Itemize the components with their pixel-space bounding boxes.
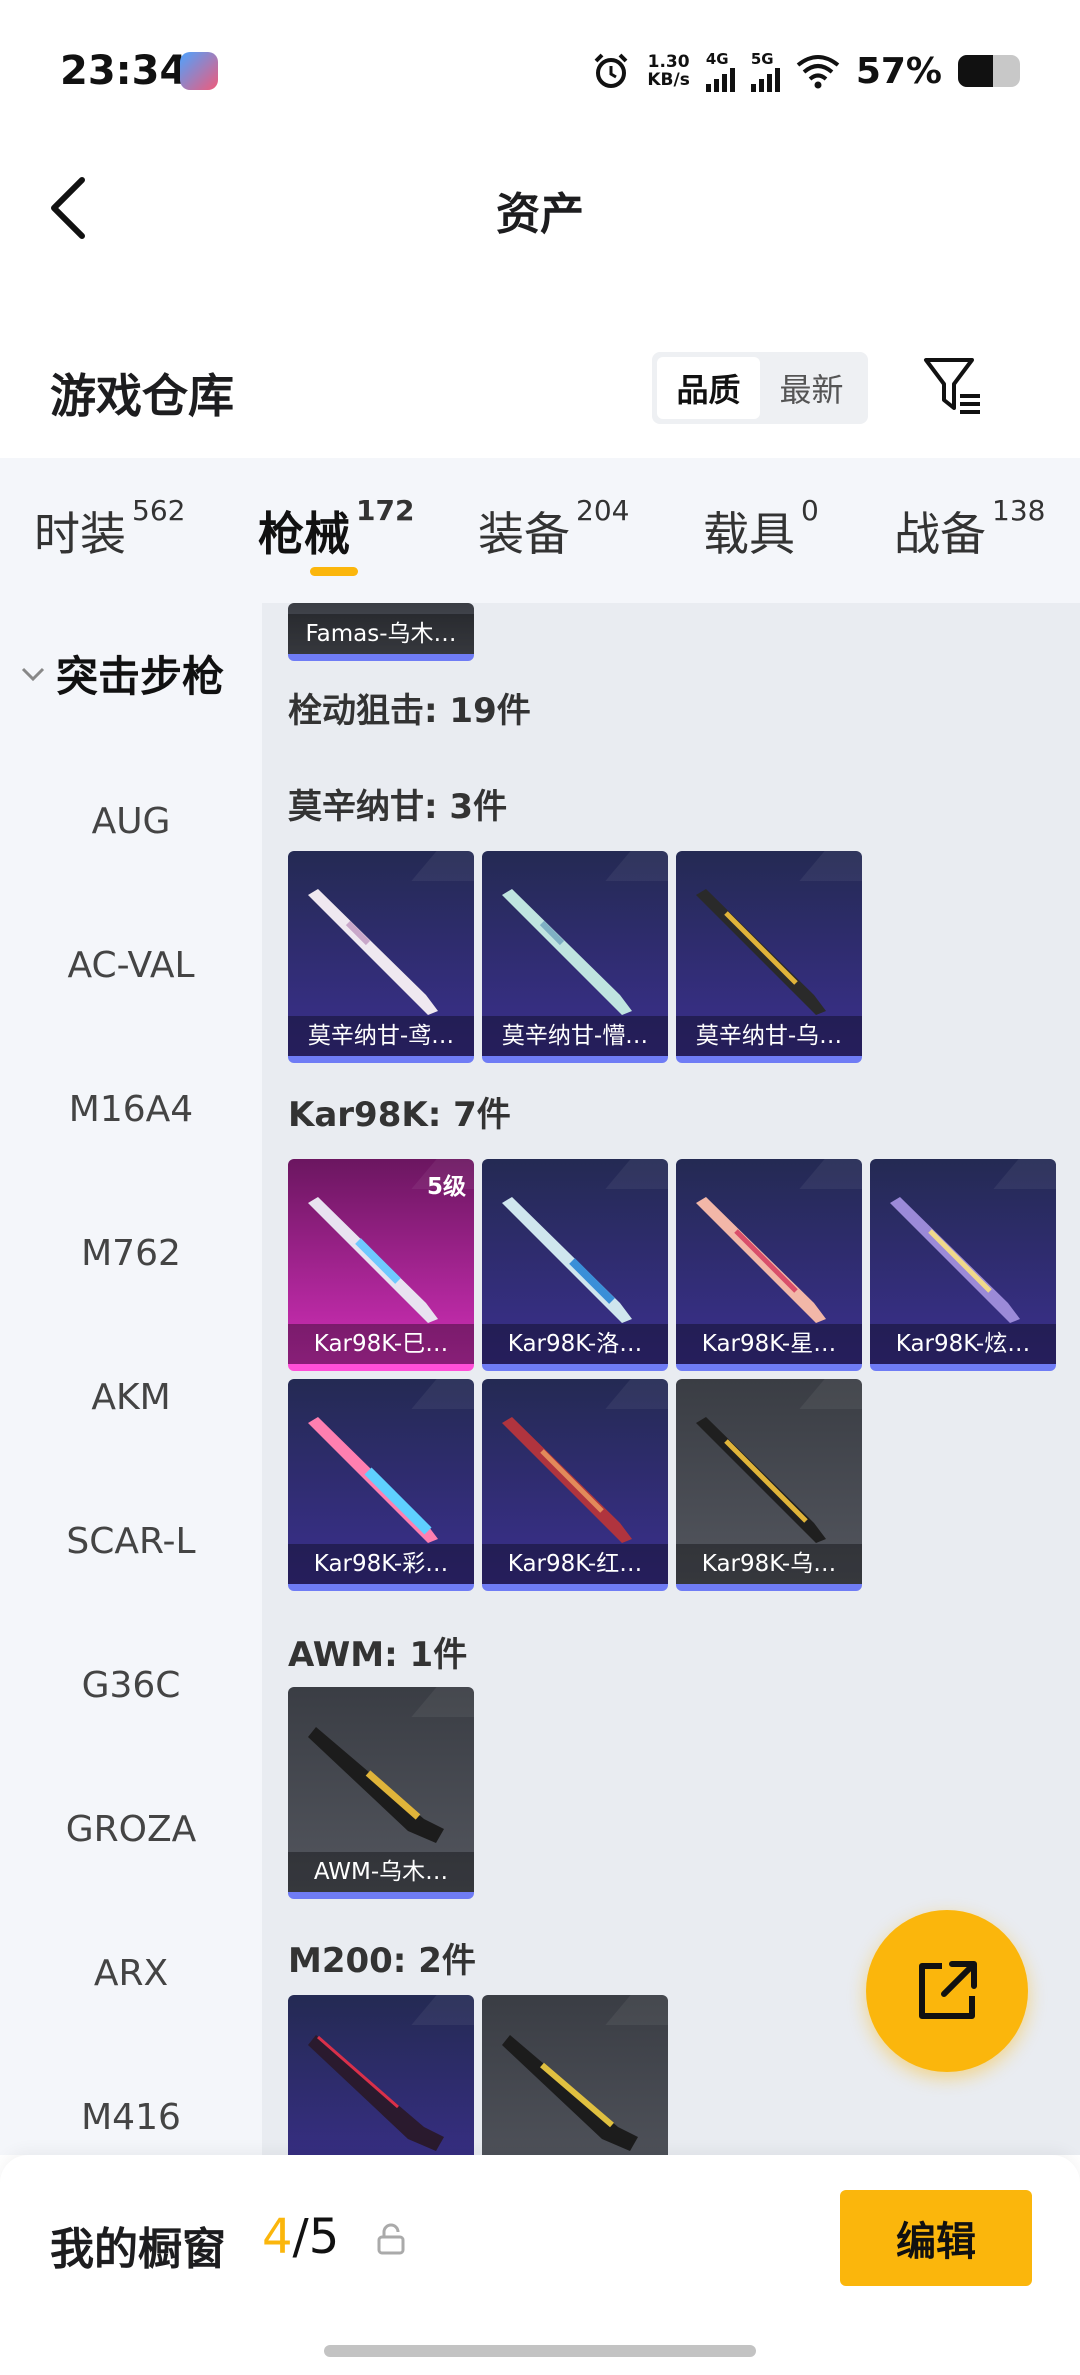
item-card[interactable]: Kar98K-洛… <box>482 1159 668 1371</box>
sidebar-item[interactable]: GROZA <box>0 1809 262 1850</box>
chevron-down-icon <box>21 667 45 681</box>
wifi-icon <box>796 55 840 89</box>
weapon-type-sidebar: 突击步枪 AUG AC-VAL M16A4 M762 AKM SCAR-L G3… <box>0 603 262 2155</box>
group-label: AWM: 1件 <box>288 1635 468 1675</box>
rifle-icon <box>696 1197 826 1323</box>
rifle-icon <box>308 1727 444 1843</box>
rifle-icon <box>890 1197 1020 1323</box>
item-card[interactable]: AWM-乌木… <box>288 1687 474 1899</box>
rifle-icon <box>696 1417 826 1543</box>
item-card[interactable]: Kar98K-乌… <box>676 1379 862 1591</box>
sidebar-item[interactable]: G36C <box>0 1665 262 1706</box>
item-card[interactable]: 5级 Kar98K-巳… <box>288 1159 474 1371</box>
rifle-icon <box>502 889 632 1015</box>
sidebar-item[interactable]: ARX <box>0 1953 262 1994</box>
item-card[interactable]: Kar98K-红… <box>482 1379 668 1591</box>
tab-weapons[interactable]: 枪械 172 <box>258 494 414 564</box>
tab-indicator <box>310 567 358 576</box>
edit-button[interactable]: 编辑 <box>840 2190 1032 2286</box>
app-icon <box>180 52 218 90</box>
sidebar-item[interactable]: SCAR-L <box>0 1521 262 1562</box>
tab-supplies[interactable]: 战备 138 <box>894 494 1045 564</box>
item-card[interactable] <box>288 1995 474 2155</box>
header: 资产 <box>0 140 1080 270</box>
filter-icon[interactable] <box>920 352 984 420</box>
rifle-icon <box>308 1197 438 1323</box>
group-label: Kar98K: 7件 <box>288 1095 511 1135</box>
lock-icon <box>377 2223 405 2255</box>
net-speed: 1.30 KB/s <box>647 52 690 90</box>
sort-quality-button[interactable]: 品质 <box>657 357 760 419</box>
sidebar-item[interactable]: AC-VAL <box>0 945 262 986</box>
group-label: 栓动狙击: 19件 <box>288 691 531 731</box>
item-card[interactable]: Kar98K-炫… <box>870 1159 1056 1371</box>
category-tabs: 时装 562 枪械 172 装备 204 载具 0 战备 138 <box>0 458 1080 603</box>
rifle-icon <box>308 1417 438 1543</box>
rifle-icon <box>502 2035 638 2151</box>
rifle-icon <box>308 2035 444 2151</box>
page-title: 资产 <box>496 189 584 240</box>
showcase-bar: 我的橱窗 4/5 编辑 <box>0 2155 1080 2375</box>
tab-fashion[interactable]: 时装 562 <box>34 494 185 564</box>
share-button[interactable] <box>866 1910 1028 2072</box>
item-card[interactable] <box>482 1995 668 2155</box>
item-card[interactable]: 莫辛纳甘-懵… <box>482 851 668 1063</box>
alarm-icon <box>594 53 628 88</box>
sidebar-item[interactable]: M416 <box>0 2097 262 2138</box>
group-label: M200: 2件 <box>288 1941 476 1981</box>
sidebar-item[interactable]: AUG <box>0 801 262 842</box>
item-card[interactable]: 莫辛纳甘-乌… <box>676 851 862 1063</box>
share-icon <box>919 1961 977 2019</box>
item-card[interactable]: Kar98K-彩… <box>288 1379 474 1591</box>
item-card[interactable]: Famas-乌木… <box>288 603 474 661</box>
tab-vehicles[interactable]: 载具 0 <box>703 494 819 564</box>
sidebar-item[interactable]: M762 <box>0 1233 262 1274</box>
warehouse-header: 游戏仓库 品质 最新 <box>0 330 1080 450</box>
battery-percent: 57% <box>855 50 942 92</box>
warehouse-title: 游戏仓库 <box>50 369 234 423</box>
sort-latest-button[interactable]: 最新 <box>760 357 863 419</box>
status-time: 23:34 <box>60 48 188 94</box>
home-indicator[interactable] <box>324 2345 756 2357</box>
sidebar-category-assault-rifle[interactable]: 突击步枪 <box>20 643 224 704</box>
item-card[interactable]: Kar98K-星… <box>676 1159 862 1371</box>
group-label: 莫辛纳甘: 3件 <box>288 787 508 827</box>
sidebar-item[interactable]: M16A4 <box>0 1089 262 1130</box>
rifle-icon <box>696 889 826 1015</box>
rifle-icon <box>502 1197 632 1323</box>
status-icons: 1.30 KB/s 4G 5G 57% <box>591 46 1020 96</box>
status-bar: 23:34 1.30 KB/s 4G 5G 57% <box>0 0 1080 140</box>
battery-icon <box>958 55 1020 87</box>
signal-icon: 4G <box>705 50 735 92</box>
showcase-title: 我的橱窗 <box>50 2224 226 2275</box>
item-card[interactable]: 莫辛纳甘-鸢… <box>288 851 474 1063</box>
rifle-icon <box>502 1417 632 1543</box>
sidebar-item[interactable]: AKM <box>0 1377 262 1418</box>
signal-icon: 5G <box>750 50 780 92</box>
showcase-count: 4/5 <box>262 2209 340 2265</box>
sort-toggle: 品质 最新 <box>652 352 868 424</box>
tab-equipment[interactable]: 装备 204 <box>478 494 629 564</box>
rifle-icon <box>308 889 438 1015</box>
